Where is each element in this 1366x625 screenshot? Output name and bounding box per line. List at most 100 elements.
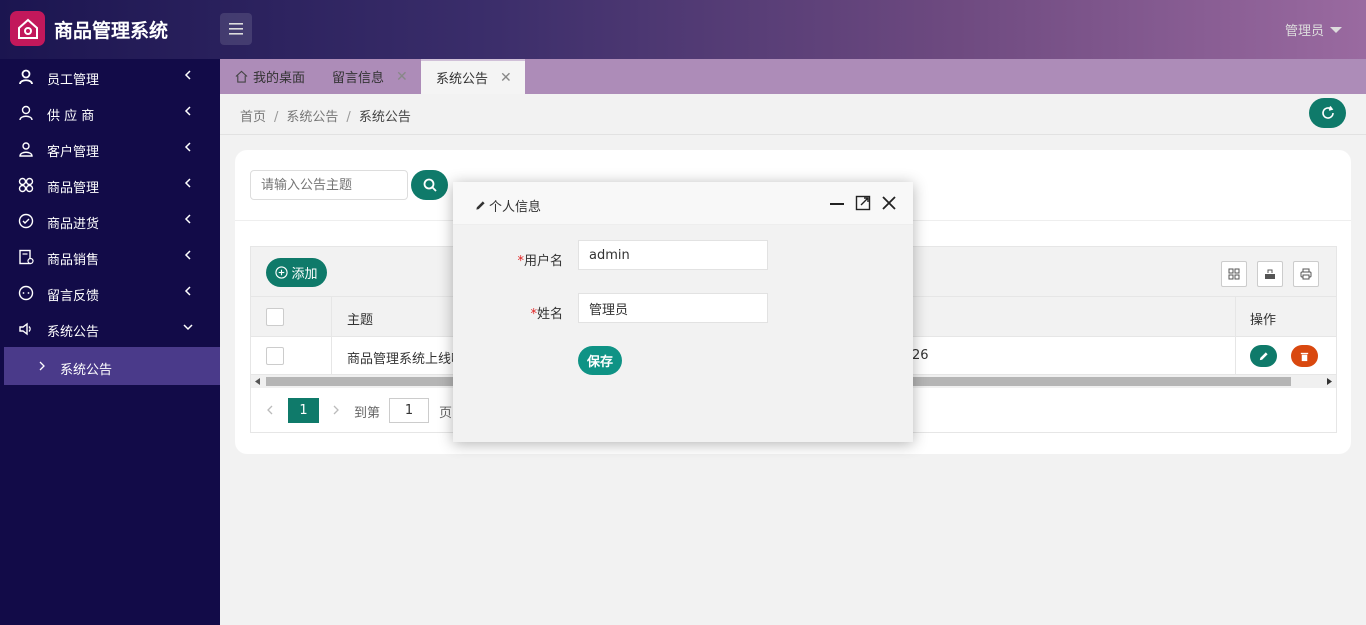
hamburger-icon <box>229 23 243 35</box>
search-input[interactable] <box>250 170 408 200</box>
page-label: 页 <box>439 406 453 421</box>
breadcrumb-current: 系统公告 <box>358 110 411 125</box>
trash-icon <box>1300 352 1309 361</box>
sidebar-item-suppliers[interactable]: 供 应 商 <box>0 95 220 131</box>
chevron-left-icon <box>184 106 191 116</box>
sidebar-item-notices[interactable]: 系统公告 <box>0 311 220 347</box>
row-subject: 商品管理系统上线啦 <box>347 352 465 367</box>
breadcrumb-parent[interactable]: 系统公告 <box>286 110 338 125</box>
sidebar-item-label: 商品管理 <box>47 181 100 196</box>
tab-close-icon[interactable]: ✕ <box>396 69 408 85</box>
prev-page-icon[interactable] <box>266 405 274 415</box>
export-button[interactable] <box>1257 261 1283 287</box>
sidebar-item-label: 商品进货 <box>47 217 100 232</box>
app-grid-icon <box>18 177 34 193</box>
add-button-label: 添加 <box>291 267 318 282</box>
sidebar-item-feedback[interactable]: 留言反馈 <box>0 275 220 311</box>
sidebar-item-label: 留言反馈 <box>47 289 100 304</box>
goto-label: 到第 <box>354 406 381 421</box>
add-button[interactable]: 添加 <box>266 258 327 287</box>
sidebar-item-customers[interactable]: 客户管理 <box>0 131 220 167</box>
grid-icon <box>1228 268 1240 280</box>
minimize-icon[interactable] <box>829 195 845 211</box>
header-subject: 主题 <box>347 313 374 328</box>
row-date-fragment: 26 <box>912 348 929 363</box>
tab-messages[interactable]: 留言信息 ✕ <box>318 59 421 94</box>
refresh-icon <box>1321 106 1334 119</box>
search-button[interactable] <box>411 170 448 200</box>
next-page-icon[interactable] <box>332 405 340 415</box>
pencil-icon <box>476 201 485 210</box>
dialog-title-text: 个人信息 <box>489 200 542 215</box>
check-circle-icon <box>18 213 34 229</box>
close-icon[interactable] <box>881 195 897 211</box>
tab-bar: 我的桌面 留言信息 ✕ 系统公告 ✕ <box>220 59 1366 94</box>
username-input[interactable] <box>578 240 768 270</box>
user-icon <box>19 105 33 121</box>
speaker-icon <box>19 322 31 336</box>
pencil-icon <box>1259 351 1268 360</box>
sidebar-item-label: 客户管理 <box>47 145 100 160</box>
page-number-input[interactable] <box>389 398 429 423</box>
chevron-left-icon <box>184 250 191 260</box>
scroll-right-icon[interactable] <box>1326 378 1332 385</box>
caret-down-icon <box>1330 26 1342 33</box>
tab-desktop[interactable]: 我的桌面 <box>220 59 318 94</box>
breadcrumb-bar: 首页 / 系统公告 / 系统公告 <box>220 94 1366 135</box>
sidebar-item-purchase[interactable]: 商品进货 <box>0 203 220 239</box>
sidebar-item-label: 系统公告 <box>47 325 100 340</box>
sidebar: 员工管理 供 应 商 客户管理 商品管理 商品进货 商品销售 留言反馈 系统公告 <box>0 59 220 625</box>
top-header: 商品管理系统 管理员 <box>0 0 1366 59</box>
chevron-left-icon <box>184 286 191 296</box>
maximize-icon[interactable] <box>855 195 871 211</box>
receipt-icon <box>19 249 34 265</box>
scroll-left-icon[interactable] <box>255 378 261 385</box>
refresh-button[interactable] <box>1309 98 1346 128</box>
dialog-header: 个人信息 <box>453 182 913 225</box>
chevron-down-icon <box>183 324 193 331</box>
search-icon <box>423 178 437 192</box>
sidebar-item-label: 商品销售 <box>47 253 100 268</box>
delete-button[interactable] <box>1291 345 1318 367</box>
header-actions: 操作 <box>1250 313 1277 328</box>
app-title: 商品管理系统 <box>54 20 169 42</box>
columns-filter-button[interactable] <box>1221 261 1247 287</box>
breadcrumb: 首页 / 系统公告 / 系统公告 <box>240 110 411 125</box>
tab-close-icon[interactable]: ✕ <box>500 70 512 86</box>
user-bold-icon <box>19 69 33 85</box>
select-all-checkbox[interactable] <box>266 308 284 326</box>
tab-label: 我的桌面 <box>253 71 306 86</box>
name-label: *姓名 <box>530 307 563 322</box>
chevron-right-icon <box>39 361 45 371</box>
sidebar-item-products[interactable]: 商品管理 <box>0 167 220 203</box>
home-icon <box>235 70 248 83</box>
profile-dialog: 个人信息 *用户名 *姓名 保存 <box>453 182 913 442</box>
menu-toggle-button[interactable] <box>220 13 252 45</box>
row-checkbox[interactable] <box>266 347 284 365</box>
chevron-left-icon <box>184 142 191 152</box>
chevron-left-icon <box>184 214 191 224</box>
sidebar-subitem-notices[interactable]: 系统公告 <box>4 347 220 385</box>
sidebar-item-employees[interactable]: 员工管理 <box>0 59 220 95</box>
sidebar-item-label: 员工管理 <box>47 73 100 88</box>
user-name: 管理员 <box>1284 24 1324 39</box>
chat-icon <box>18 285 34 301</box>
user-menu[interactable]: 管理员 <box>1285 20 1342 39</box>
tab-label: 留言信息 <box>332 71 385 86</box>
print-button[interactable] <box>1293 261 1319 287</box>
breadcrumb-home[interactable]: 首页 <box>240 110 266 125</box>
name-input[interactable] <box>578 293 768 323</box>
dialog-title: 个人信息 <box>475 196 541 215</box>
print-icon <box>1300 268 1312 280</box>
edit-button[interactable] <box>1250 345 1277 367</box>
export-icon <box>1265 269 1275 279</box>
username-label: *用户名 <box>517 254 563 269</box>
users-icon <box>19 142 33 157</box>
chevron-left-icon <box>184 178 191 188</box>
sidebar-item-label: 供 应 商 <box>47 109 95 124</box>
sidebar-item-sales[interactable]: 商品销售 <box>0 239 220 275</box>
page-current[interactable]: 1 <box>288 398 319 423</box>
tab-notices[interactable]: 系统公告 ✕ <box>421 59 525 94</box>
save-button[interactable]: 保存 <box>578 346 622 375</box>
logo-home-icon <box>10 11 45 46</box>
